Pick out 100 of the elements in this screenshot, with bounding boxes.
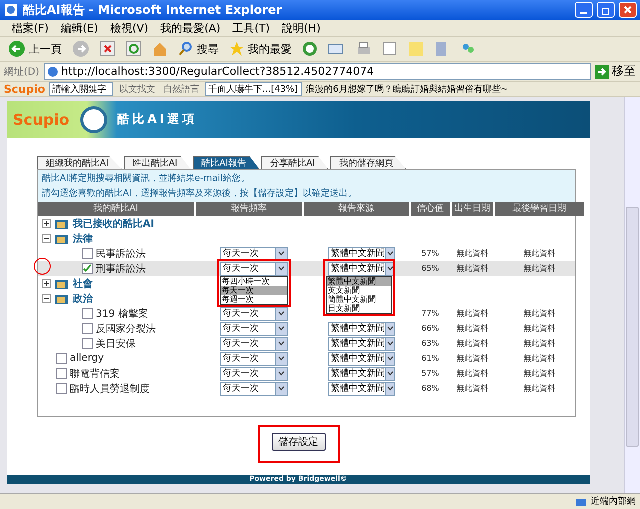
- tab[interactable]: 酷比AI報告: [192, 156, 260, 169]
- menu-item[interactable]: 檢視(V): [106, 20, 153, 36]
- folder-label: 社會: [73, 278, 93, 290]
- checkbox[interactable]: [56, 383, 67, 394]
- checkbox[interactable]: [82, 338, 93, 349]
- folder-label: 政治: [73, 292, 93, 306]
- last-learned-date: 無此資料: [522, 383, 556, 394]
- address-field[interactable]: http://localhost:3300/RegularCollect?38512.4502774074: [44, 63, 591, 80]
- frequency-select[interactable]: 每天一次: [220, 306, 288, 320]
- tab[interactable]: 我的儲存網頁: [330, 156, 406, 169]
- birth-date: 無此資料: [456, 308, 490, 319]
- tab[interactable]: 分享酷比AI: [261, 156, 328, 169]
- menu-item[interactable]: 檔案(F): [8, 20, 53, 36]
- scrollbar[interactable]: [624, 97, 640, 493]
- last-learned-date: 無此資料: [522, 308, 556, 319]
- folder-icon: [54, 278, 70, 290]
- last-learned-date: 無此資料: [522, 248, 556, 259]
- natural-language-button[interactable]: 自然語言: [161, 82, 202, 96]
- column-header: 報告頻率: [196, 202, 302, 216]
- dropdown-option[interactable]: 每天一次: [221, 286, 287, 295]
- column-header: 報告來源: [304, 202, 409, 216]
- confidence-value: 77%: [420, 309, 440, 318]
- go-arrow-icon: [595, 64, 609, 78]
- favorites-button[interactable]: 我的最愛: [227, 41, 294, 57]
- checkbox[interactable]: [82, 323, 93, 334]
- source-select[interactable]: 繁體中文新聞: [328, 366, 395, 380]
- expander[interactable]: [42, 294, 51, 303]
- info-text: 酷比AI將定期搜尋相關資訊，並將結果e-mail給您。: [42, 172, 251, 185]
- source-select[interactable]: 繁體中文新聞: [328, 352, 395, 366]
- frequency-select[interactable]: 每天一次: [220, 322, 288, 336]
- menu-item[interactable]: 說明(H): [278, 20, 325, 36]
- confidence-value: 65%: [420, 264, 440, 273]
- frequency-select[interactable]: 每天一次: [220, 336, 288, 350]
- info-text: 請勾選您喜歡的酷比AI，選擇報告頻率及來源後，按【儲存設定】以確定送出。: [42, 188, 358, 200]
- source-select[interactable]: 繁體中文新聞: [328, 336, 395, 350]
- caret-icon: [278, 386, 285, 391]
- history-button[interactable]: [300, 41, 320, 57]
- caret-icon: [278, 326, 285, 331]
- minus-icon: [43, 295, 50, 302]
- history-select[interactable]: 千面人嚇牛下...[43%]: [205, 82, 302, 96]
- forward-button[interactable]: [70, 40, 92, 58]
- caret-icon: [386, 341, 394, 346]
- tab[interactable]: 匯出酷比AI: [124, 156, 191, 169]
- source-select[interactable]: 繁體中文新聞: [328, 262, 395, 276]
- expander[interactable]: [42, 234, 51, 243]
- search-button[interactable]: 搜尋: [176, 41, 221, 57]
- go-button[interactable]: 移至: [595, 63, 636, 80]
- restore-button[interactable]: [597, 2, 615, 18]
- confidence-value: 66%: [420, 324, 440, 333]
- text-search-button[interactable]: 以文找文: [117, 82, 158, 96]
- plus-icon: [43, 220, 50, 227]
- folder-label: 我已接收的酷比AI: [73, 218, 154, 230]
- back-button[interactable]: 上一頁: [6, 40, 64, 58]
- checkbox[interactable]: [82, 248, 93, 259]
- highlight-frame: [323, 259, 395, 316]
- folder-icon: [54, 232, 70, 244]
- keyword-field[interactable]: 請輸入關鍵字: [49, 82, 114, 96]
- dropdown-option[interactable]: 繁體中文新聞: [327, 277, 391, 286]
- birth-date: 無此資料: [456, 353, 490, 364]
- source-select[interactable]: 繁體中文新聞: [328, 382, 395, 396]
- page-icon: [46, 66, 59, 78]
- restore-icon: [602, 6, 610, 14]
- minimize-button[interactable]: [575, 2, 593, 18]
- frequency-select[interactable]: 每天一次: [220, 352, 288, 366]
- stop-button[interactable]: [98, 41, 118, 57]
- folder-label: 法律: [73, 232, 93, 246]
- tab[interactable]: 組織我的酷比AI: [37, 156, 122, 169]
- source-select[interactable]: 繁體中文新聞: [328, 246, 395, 260]
- expander[interactable]: [42, 219, 51, 228]
- highlight-circle: [34, 258, 51, 274]
- birth-date: 無此資料: [456, 368, 490, 379]
- confidence-value: 68%: [420, 384, 440, 393]
- menu-item[interactable]: 我的最愛(A): [156, 20, 225, 36]
- caret-icon: [278, 341, 285, 346]
- birth-date: 無此資料: [456, 383, 490, 394]
- frequency-select[interactable]: 每天一次: [220, 262, 288, 276]
- checkbox[interactable]: [56, 353, 67, 364]
- confidence-value: 57%: [420, 369, 440, 378]
- checkbox[interactable]: [82, 308, 93, 319]
- item-label: 臨時人員勞退制度: [70, 382, 150, 396]
- last-learned-date: 無此資料: [522, 263, 556, 274]
- news-link[interactable]: 浪漫的6月想嫁了嗎？瞧瞧訂婚與結婚習俗有哪些~: [306, 82, 508, 96]
- toolbar-logo: Scupio: [4, 82, 46, 96]
- caret-icon: [386, 371, 394, 376]
- frequency-select[interactable]: 每天一次: [220, 246, 288, 260]
- site-logo: Scupio: [13, 110, 70, 128]
- menu-item[interactable]: 工具(T): [228, 20, 274, 36]
- source-select[interactable]: 繁體中文新聞: [328, 322, 395, 336]
- birth-date: 無此資料: [456, 338, 490, 349]
- frequency-select[interactable]: 每天一次: [220, 366, 288, 380]
- frequency-select[interactable]: 每天一次: [220, 382, 288, 396]
- save-button[interactable]: 儲存設定: [272, 433, 326, 451]
- item-label: 民事訴訟法: [96, 248, 146, 260]
- refresh-button[interactable]: [124, 41, 144, 57]
- checkbox[interactable]: [56, 368, 67, 379]
- caret-icon: [278, 251, 285, 256]
- close-button[interactable]: [619, 2, 637, 18]
- expander[interactable]: [42, 279, 51, 288]
- menu-item[interactable]: 編輯(E): [56, 20, 102, 36]
- caret-icon: [386, 356, 394, 361]
